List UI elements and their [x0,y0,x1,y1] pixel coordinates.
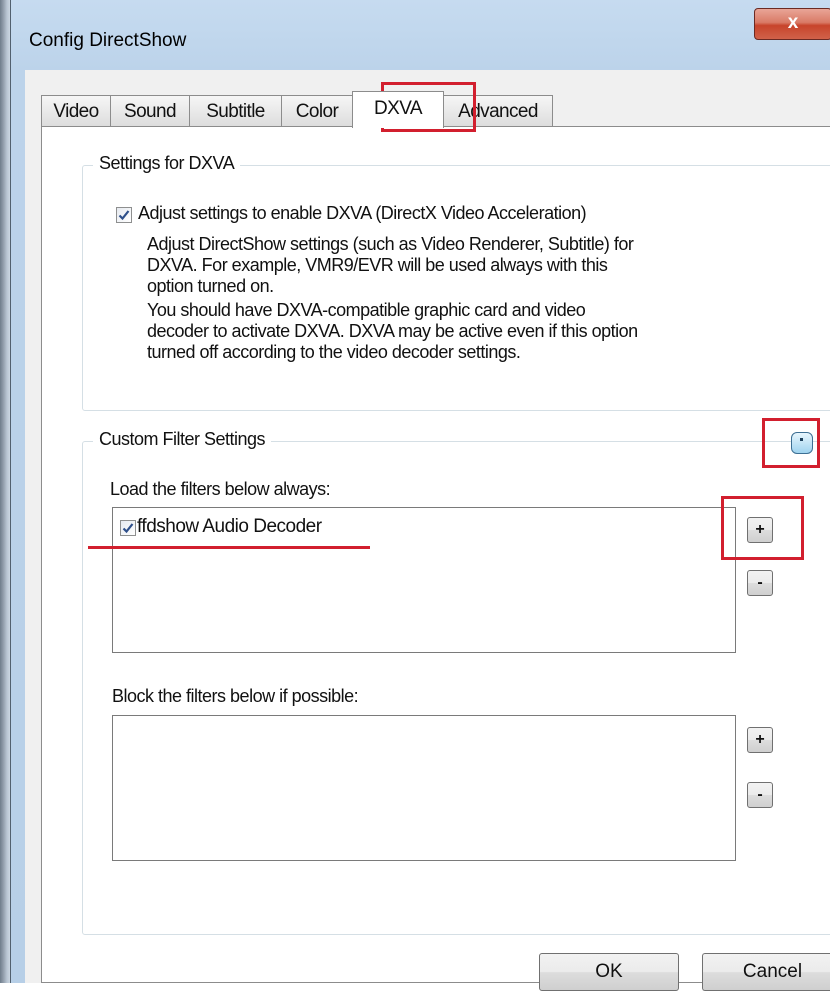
close-button[interactable]: x [754,8,830,40]
remove-load-filter-button[interactable]: - [747,570,773,596]
remove-block-filter-button[interactable]: - [747,782,773,808]
dxva-description-2: You should have DXVA-compatible graphic … [147,300,830,363]
filter-item-checkbox[interactable] [120,520,136,536]
cancel-button[interactable]: Cancel [702,953,830,991]
checkmark-icon [122,523,134,534]
checkmark-icon [118,210,130,221]
filter-item-label[interactable]: ffdshow Audio Decoder [137,516,322,538]
block-filters-list[interactable] [112,715,736,861]
tab-video[interactable]: Video [41,95,111,127]
dxva-group-title: Settings for DXVA [93,153,241,174]
add-block-filter-button[interactable]: + [747,727,773,753]
annotation-highlight-collapse [762,418,820,468]
load-filters-label: Load the filters below always: [110,479,331,499]
close-icon: x [787,12,799,33]
enable-dxva-label: Adjust settings to enable DXVA (DirectX … [138,203,587,223]
description-line: option turned on. [147,276,274,296]
window-title: Config DirectShow [29,30,187,51]
enable-dxva-checkbox[interactable] [116,207,132,223]
annotation-underline-filter [88,546,370,549]
description-line: decoder to activate DXVA. DXVA may be ac… [147,321,638,341]
description-line: Adjust DirectShow settings (such as Vide… [147,234,634,254]
load-filters-list[interactable]: ffdshow Audio Decoder [112,507,736,653]
tab-dxva[interactable]: DXVA [352,91,444,128]
annotation-highlight-add-button [721,496,804,560]
custom-filter-title: Custom Filter Settings [93,429,272,450]
description-line: DXVA. For example, VMR9/EVR will be used… [147,255,608,275]
dxva-description-1: Adjust DirectShow settings (such as Vide… [147,234,830,297]
custom-filter-group: Custom Filter Settings Load the filters … [82,429,830,935]
dialog-client-area: Video Sound Subtitle Color DXVA Advanced… [25,70,830,991]
block-filters-label: Block the filters below if possible: [112,686,359,706]
description-line: You should have DXVA-compatible graphic … [147,300,586,320]
dialog-window: Config DirectShow x Video Sound Subtitle… [10,0,830,991]
ok-button[interactable]: OK [539,953,679,991]
dxva-tab-panel: Settings for DXVA Adjust settings to ena… [41,126,830,991]
tab-color[interactable]: Color [281,95,353,127]
description-line: turned off according to the video decode… [147,342,521,362]
tab-subtitle[interactable]: Subtitle [189,95,282,127]
tab-sound[interactable]: Sound [110,95,190,127]
dxva-settings-group: Settings for DXVA Adjust settings to ena… [82,153,830,411]
